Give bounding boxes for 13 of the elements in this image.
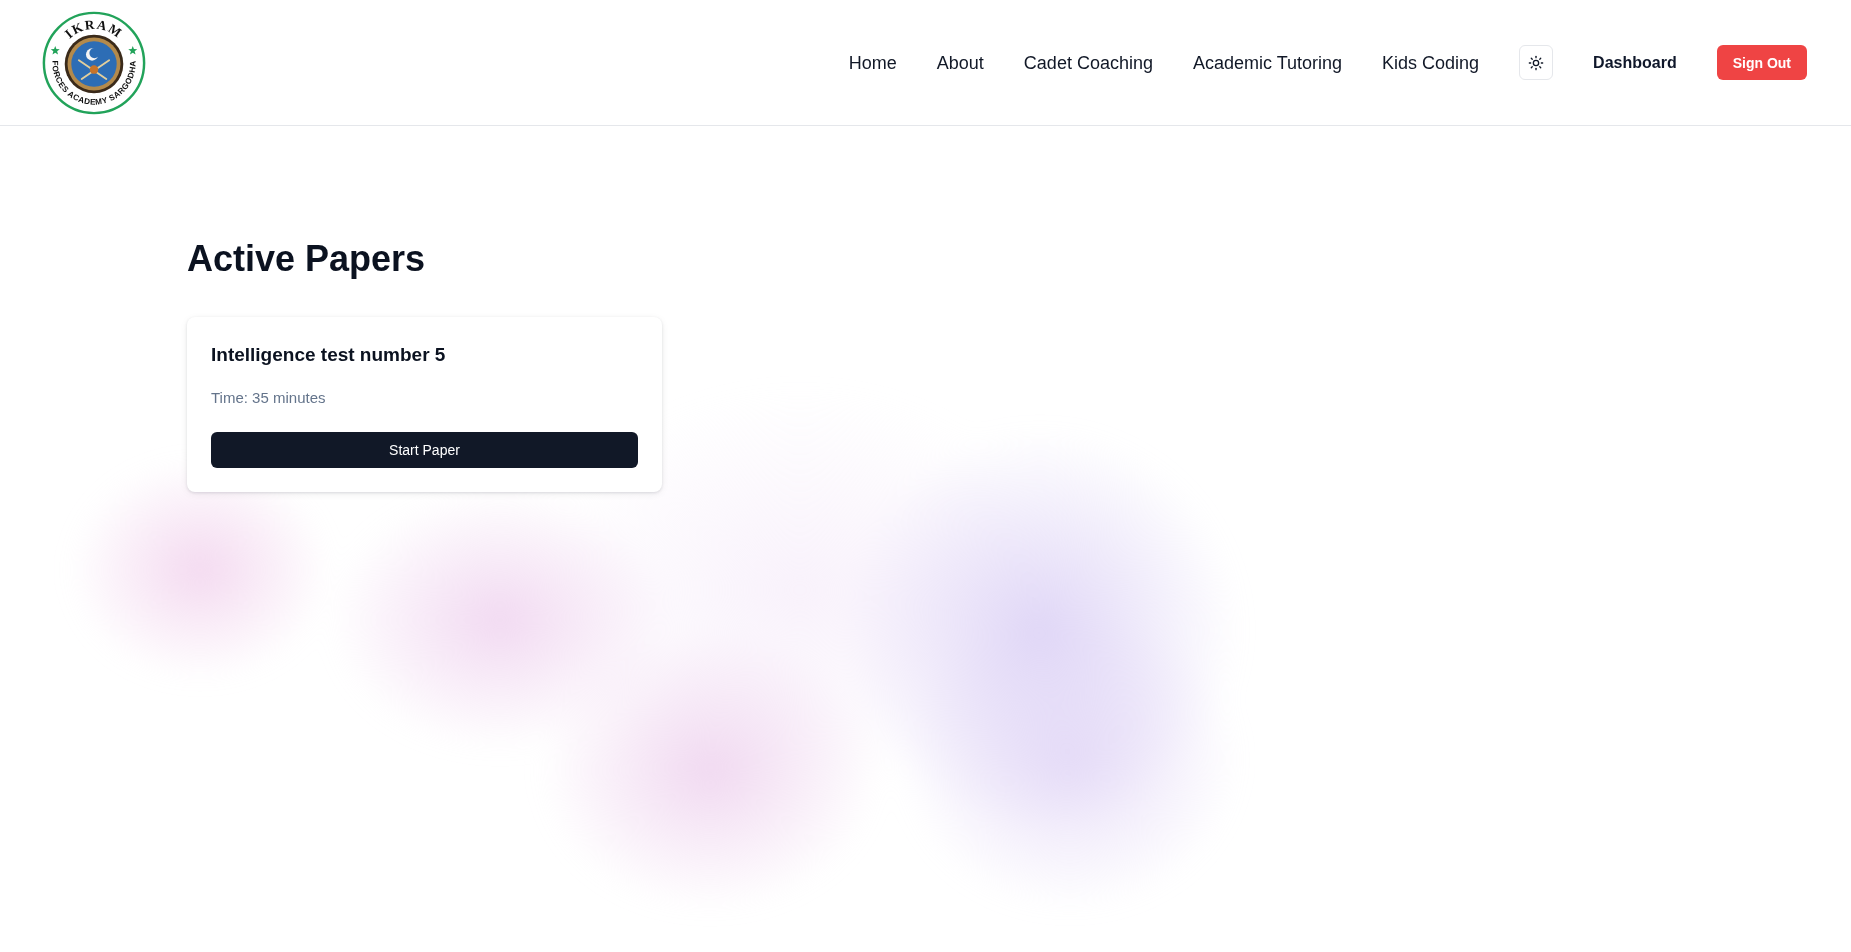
page-title: Active Papers	[187, 237, 426, 281]
nav-link[interactable]: Cadet Coaching	[1023, 50, 1153, 75]
start-paper-button[interactable]: Start Paper	[211, 432, 638, 468]
nav-link[interactable]: Kids Coding	[1382, 50, 1480, 75]
nav-link[interactable]: Home	[848, 50, 897, 75]
paper-title: Intelligence test number 5	[211, 343, 446, 367]
theme-toggle-button[interactable]	[1519, 45, 1554, 80]
dashboard-link[interactable]: Dashboard	[1593, 53, 1677, 72]
paper-time: Time: 35 minutes	[211, 388, 326, 408]
sun-icon	[1528, 54, 1545, 71]
sign-out-button[interactable]: Sign Out	[1716, 45, 1807, 80]
nav-link[interactable]: Academic Tutoring	[1192, 50, 1343, 75]
nav-link[interactable]: About	[936, 50, 984, 75]
